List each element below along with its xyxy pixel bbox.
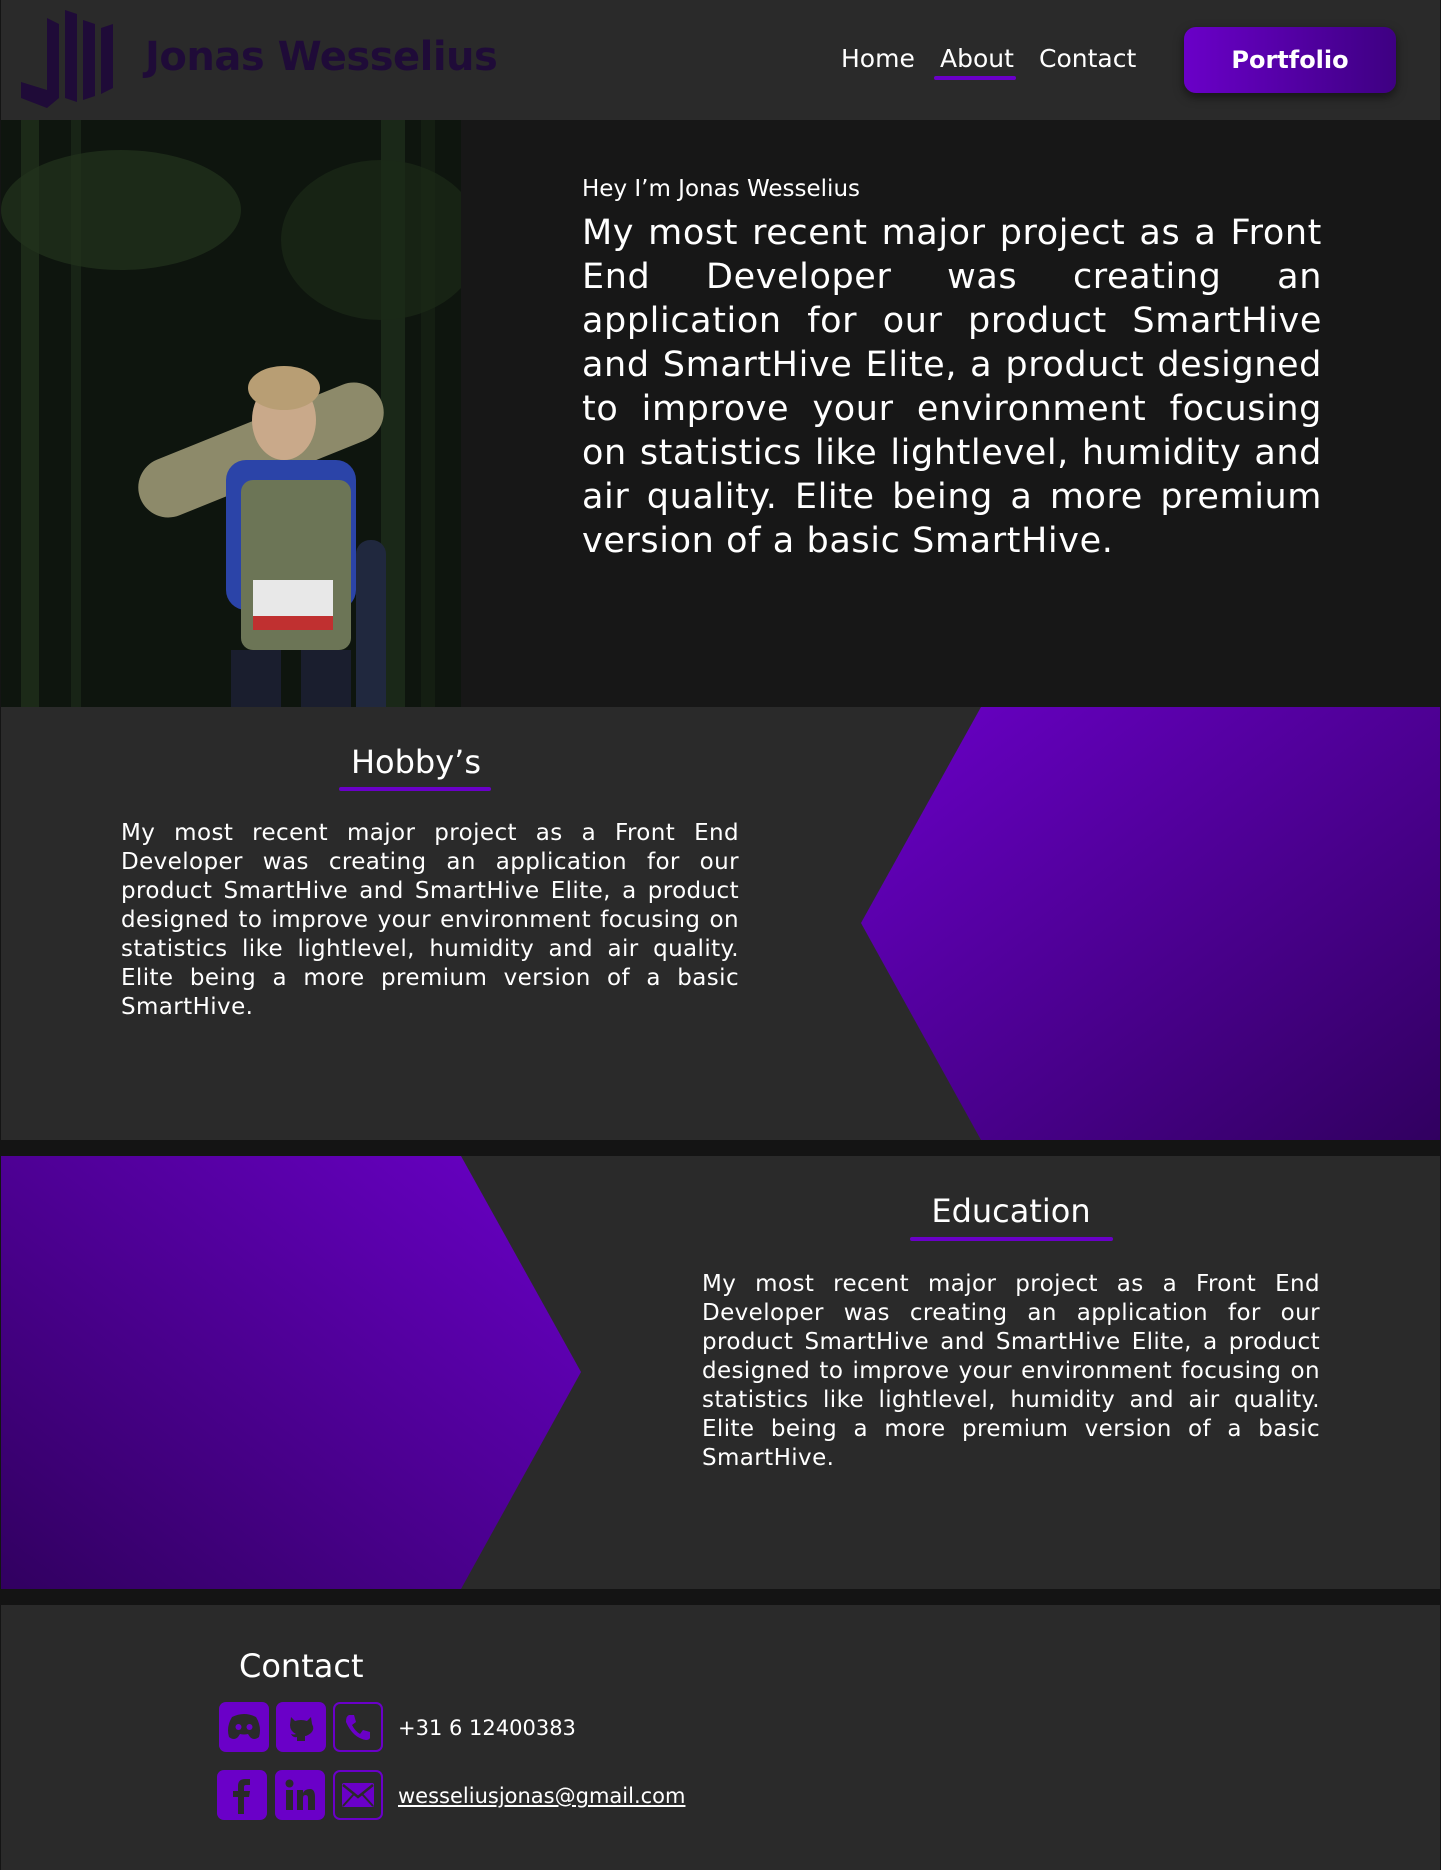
hero-description: My most recent major project as a Front … (582, 213, 1322, 561)
education-description: My most recent major project as a Front … (702, 1271, 1320, 1471)
phone-number[interactable]: +31 6 12400383 (398, 1716, 576, 1740)
email-link[interactable]: wesseliusjonas@gmail.com (398, 1784, 685, 1808)
nav-home-link[interactable]: Home (841, 44, 915, 73)
nav-contact-link[interactable]: Contact (1039, 44, 1136, 73)
discord-icon[interactable] (219, 1702, 269, 1752)
contact-title: Contact (239, 1647, 364, 1685)
hobbies-title: Hobby’s (350, 743, 482, 781)
site-header: Jonas Wesselius Home About Contact Portf… (1, 0, 1440, 120)
github-icon[interactable] (276, 1702, 326, 1752)
education-title: Education (931, 1192, 1091, 1230)
hero-intro: Hey I’m Jonas Wesselius (582, 176, 860, 202)
linkedin-icon[interactable] (275, 1770, 325, 1820)
facebook-icon[interactable] (217, 1770, 267, 1820)
phone-icon[interactable] (333, 1702, 383, 1752)
hobbies-description: My most recent major project as a Front … (121, 820, 739, 1020)
hero-section: Hey I’m Jonas Wesselius My most recent m… (1, 120, 1440, 707)
portrait-photo (1, 120, 461, 707)
hobbies-section: Hobby’s My most recent major project as … (1, 707, 1440, 1140)
contact-footer: Contact +31 6 12400383 wesseliusjonas@gm… (1, 1605, 1440, 1870)
education-section: Education My most recent major project a… (1, 1156, 1440, 1589)
active-nav-indicator (934, 76, 1016, 80)
hobbies-title-underline (339, 787, 491, 791)
mail-icon[interactable] (333, 1770, 383, 1820)
portfolio-button[interactable]: Portfolio (1184, 27, 1396, 93)
education-title-underline (910, 1237, 1113, 1241)
nav-about-link[interactable]: About (940, 44, 1014, 73)
